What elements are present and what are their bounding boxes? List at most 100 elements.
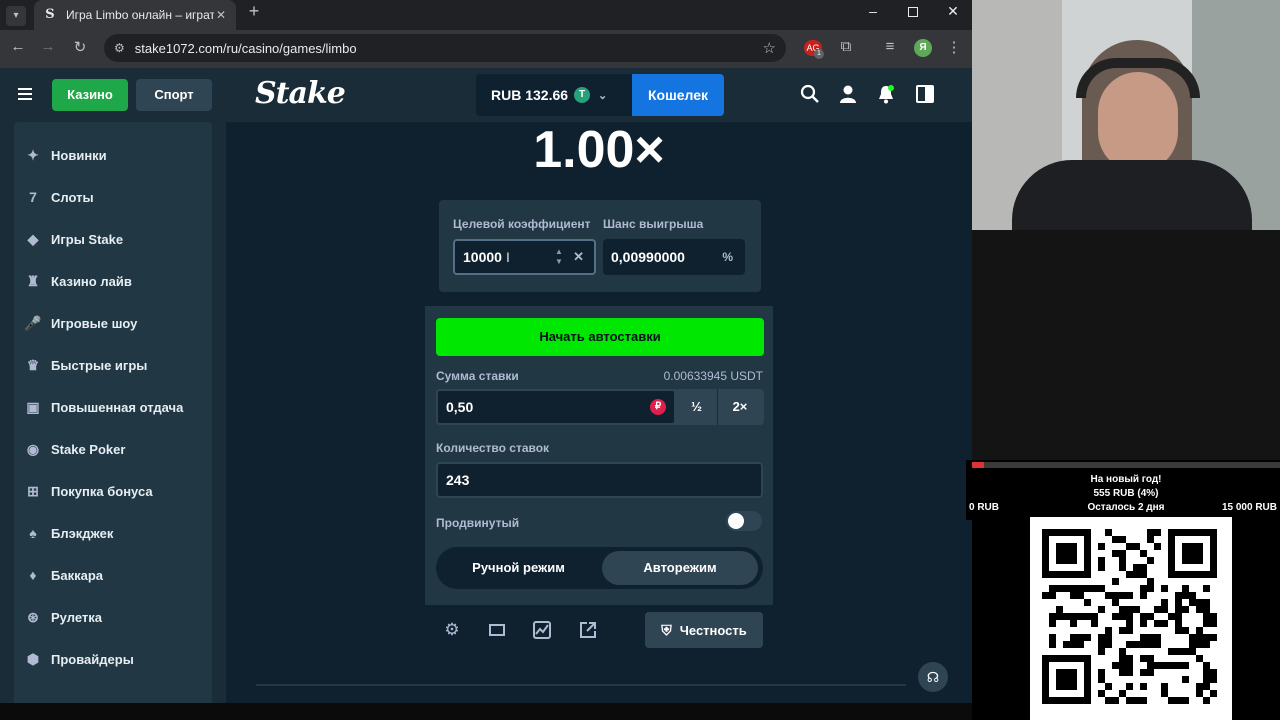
casino-tab-button[interactable]: Казино <box>52 79 128 111</box>
bet-amount-value: 0,50 <box>446 399 474 415</box>
sidebar-item-label: Игровые шоу <box>51 315 138 331</box>
url-text: stake1072.com/ru/casino/games/limbo <box>134 40 357 56</box>
sidebar-item-label: Баккара <box>51 567 103 583</box>
settings-gear-icon[interactable]: ⚙ <box>442 620 462 640</box>
sidebar-menu: ✦ Новинки 7 Слоты ◆ Игры Stake ♜ Казино лайв… <box>14 122 212 720</box>
sidebar-item-stake-games[interactable]: ◆ Игры Stake <box>24 224 124 254</box>
menu-hamburger-icon[interactable] <box>18 88 32 100</box>
win-chance-input[interactable]: 0,00990000 % <box>603 239 745 275</box>
bet-usdt-value: 0.00633945 USDT <box>663 369 763 383</box>
back-icon[interactable]: ← <box>8 38 28 58</box>
extensions-puzzle-icon[interactable]: ⧉ <box>836 38 856 58</box>
sidebar-item-label: Игры Stake <box>51 231 124 247</box>
game-show-icon: 🎤 <box>24 314 42 331</box>
sidebar-item-poker[interactable]: ◉ Stake Poker <box>24 434 126 464</box>
media-control-icon[interactable]: ≡ <box>880 38 900 58</box>
sidebar-item-providers[interactable]: ⬢ Провайдеры <box>24 644 134 674</box>
address-bar[interactable]: ⚙ stake1072.com/ru/casino/games/limbo ☆ <box>104 34 786 62</box>
balance-selector[interactable]: RUB 132.66 T ⌄ <box>476 74 632 116</box>
footer-divider <box>256 684 906 686</box>
live-casino-icon: ♜ <box>26 272 40 289</box>
support-headset-icon[interactable]: ☊ <box>918 662 948 692</box>
search-icon[interactable] <box>800 84 820 104</box>
sidebar-item-blackjack[interactable]: ♠ Блэкджек <box>24 518 113 548</box>
sidebar-item-label: Покупка бонуса <box>51 483 153 499</box>
win-chance-value: 0,00990000 <box>611 249 685 265</box>
chevron-down-icon: ⌄ <box>598 89 608 102</box>
target-multiplier-label: Целевой коэффициент <box>453 217 591 231</box>
sidebar-item-quick-games[interactable]: ♛ Быстрые игры <box>24 350 148 380</box>
sidebar-item-live-casino[interactable]: ♜ Казино лайв <box>24 266 132 296</box>
blackjack-icon: ♠ <box>29 525 37 541</box>
bet-count-label: Количество ставок <box>436 441 550 455</box>
toggle-knob <box>728 513 744 529</box>
site-info-icon[interactable]: ⚙ <box>114 41 125 55</box>
browser-menu-icon[interactable]: ⋮ <box>944 38 964 58</box>
bookmark-star-icon[interactable]: ☆ <box>763 39 776 57</box>
close-tab-icon[interactable]: ✕ <box>214 8 228 22</box>
goal-max: 15 000 RUB <box>1221 502 1277 513</box>
sparkle-icon: ✦ <box>27 146 39 163</box>
sidebar-item-label: Новинки <box>51 147 107 163</box>
sidebar-item-bonus-buy[interactable]: ⊞ Покупка бонуса <box>24 476 153 506</box>
wallet-button[interactable]: Кошелек <box>632 74 724 116</box>
user-icon[interactable] <box>838 84 858 104</box>
manual-mode-tab[interactable]: Ручной режим <box>440 551 597 585</box>
text-cursor-icon: I <box>505 249 510 265</box>
theatre-mode-icon[interactable] <box>489 624 505 636</box>
target-multiplier-input[interactable]: 10000 I ▲ ▼ ✕ <box>453 239 596 275</box>
providers-icon: ⬢ <box>26 650 40 667</box>
reload-icon[interactable]: ↻ <box>70 38 90 58</box>
sidebar-item-new[interactable]: ✦ Новинки <box>24 140 107 170</box>
extension-badge-count: 1 <box>814 49 824 59</box>
tab-title: Игра Limbo онлайн – играть в <box>66 8 214 22</box>
sidebar-item-game-shows[interactable]: 🎤 Игровые шоу <box>24 308 137 338</box>
new-tab-icon[interactable]: + <box>244 2 264 22</box>
win-chance-label: Шанс выигрыша <box>603 217 704 231</box>
advanced-toggle[interactable] <box>726 511 762 531</box>
clear-input-icon[interactable]: ✕ <box>573 249 584 265</box>
stepper-arrows-icon[interactable]: ▲ ▼ <box>555 247 563 267</box>
sidebar-item-label: Казино лайв <box>51 273 132 289</box>
bet-count-value: 243 <box>446 472 470 488</box>
goal-progress-bar <box>972 462 1280 468</box>
baccarat-icon: ♦ <box>29 567 37 583</box>
sidebar-item-baccarat[interactable]: ♦ Баккара <box>24 560 103 590</box>
sidebar-item-label: Блэкджек <box>51 525 114 541</box>
popout-icon[interactable] <box>579 621 597 639</box>
site-header: Казино Спорт Stake RUB 132.66 T ⌄ Кошеле… <box>0 68 972 122</box>
close-window-icon[interactable]: ✕ <box>932 0 974 24</box>
sport-tab-button[interactable]: Спорт <box>136 79 212 111</box>
browser-tab[interactable]: S Игра Limbo онлайн – играть в ✕ <box>34 0 236 30</box>
start-autobet-button[interactable]: Начать автоставки <box>436 318 764 356</box>
stats-chart-icon[interactable] <box>533 621 551 639</box>
tab-search-icon[interactable]: ▾ <box>6 6 26 26</box>
sidebar-item-roulette[interactable]: ⊛ Рулетка <box>24 602 102 632</box>
stake-favicon-icon: S <box>45 7 55 22</box>
maximize-icon[interactable] <box>892 0 934 24</box>
sidebar-item-slots[interactable]: 7 Слоты <box>24 182 93 212</box>
chat-panel-icon[interactable] <box>916 85 934 103</box>
double-bet-button[interactable]: 2× <box>718 389 762 425</box>
fairness-button[interactable]: ⛨ Честность <box>645 612 763 648</box>
webcam-feed <box>972 0 1280 230</box>
sidebar-item-label: Быстрые игры <box>51 357 148 373</box>
sidebar: ✦ Новинки 7 Слоты ◆ Игры Stake ♜ Казино лайв… <box>0 122 226 720</box>
extension-badge-icon[interactable]: AG 1 <box>804 40 824 59</box>
stream-background <box>972 230 1280 460</box>
usdt-currency-icon: T <box>574 87 591 103</box>
forward-icon[interactable]: → <box>38 38 58 58</box>
profile-avatar[interactable]: Я <box>914 39 932 57</box>
notifications-bell-icon[interactable] <box>876 84 896 104</box>
minimize-icon[interactable]: – <box>852 0 894 24</box>
sidebar-item-rtp[interactable]: ▣ Повышенная отдача <box>24 392 183 422</box>
half-bet-button[interactable]: ½ <box>676 389 718 425</box>
sidebar-item-label: Рулетка <box>51 609 102 625</box>
roulette-icon: ⊛ <box>27 608 39 625</box>
bet-amount-input[interactable]: 0,50 ₽ <box>436 389 676 425</box>
gift-icon: ⊞ <box>27 482 39 499</box>
auto-mode-tab[interactable]: Авторежим <box>602 551 758 585</box>
bet-count-input[interactable]: 243 <box>436 462 763 498</box>
stake-logo[interactable]: Stake <box>255 76 346 111</box>
target-multiplier-value: 10000 <box>463 249 502 265</box>
